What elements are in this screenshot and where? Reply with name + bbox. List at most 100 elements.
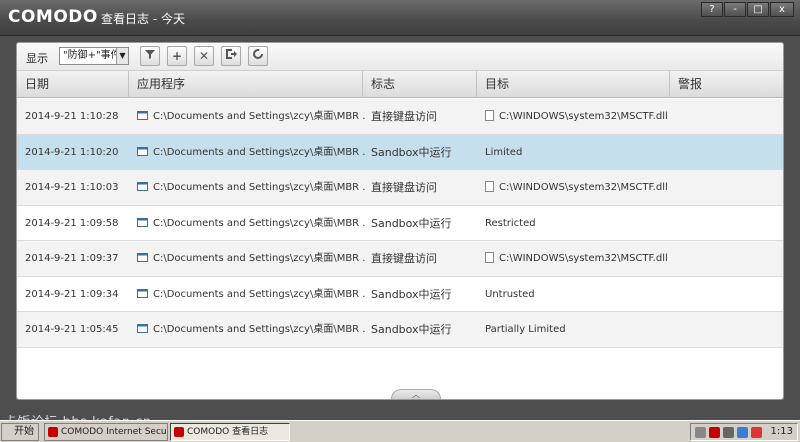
date-cell: 2014-9-21 1:10:20: [25, 135, 140, 170]
minimize-button[interactable]: -: [724, 2, 746, 17]
table-row[interactable]: 2014-9-21 1:09:37 C:\Documents and Settin…: [17, 241, 783, 277]
title-bar: COMODO 查看日志 - 今天 ? - □ x: [0, 0, 800, 36]
flag-text: 直接键盘访问: [371, 252, 437, 265]
app-cell: C:\Documents and Settings\zcy\桌面\MBR ...: [137, 135, 365, 170]
expand-handle[interactable]: ︿: [391, 389, 441, 399]
column-header-target[interactable]: 目标: [477, 71, 670, 98]
app-path-text: C:\Documents and Settings\zcy\桌面\MBR ...: [153, 146, 365, 158]
app-cell: C:\Documents and Settings\zcy\桌面\MBR ...: [137, 241, 365, 276]
flag-text: Sandbox中运行: [371, 216, 452, 230]
flag-cell: 直接键盘访问: [371, 170, 479, 205]
date-text: 2014-9-21 1:09:37: [25, 253, 119, 264]
flag-text: 直接键盘访问: [371, 181, 437, 194]
application-icon: [137, 288, 148, 298]
target-text: C:\WINDOWS\system32\MSCTF.dll: [499, 111, 668, 122]
target-cell: C:\WINDOWS\system32\MSCTF.dll: [485, 241, 675, 276]
file-icon: [485, 181, 494, 192]
clock: 1:13: [770, 426, 793, 437]
flag-cell: 直接键盘访问: [371, 241, 479, 276]
date-cell: 2014-9-21 1:05:45: [25, 312, 140, 347]
app-path-text: C:\Documents and Settings\zcy\桌面\MBR ...: [153, 182, 365, 193]
table-row[interactable]: 2014-9-21 1:10:20 C:\Documents and Settin…: [17, 134, 783, 170]
file-icon: [485, 252, 494, 263]
show-label: 显示: [26, 52, 48, 65]
network-icon[interactable]: [723, 427, 734, 438]
target-cell: Limited: [485, 135, 675, 170]
flag-cell: 直接键盘访问: [371, 99, 479, 134]
target-cell: Untrusted: [485, 277, 675, 312]
add-icon[interactable]: +: [167, 46, 187, 66]
target-text: Restricted: [485, 217, 536, 229]
task-comodo-log-viewer[interactable]: COMODO 查看日志: [170, 423, 290, 441]
comodo-icon: [48, 427, 58, 437]
date-cell: 2014-9-21 1:10:28: [25, 99, 140, 134]
app-path-text: C:\Documents and Settings\zcy\桌面\MBR ...: [153, 217, 365, 229]
target-cell: C:\WINDOWS\system32\MSCTF.dll: [485, 170, 675, 205]
flag-cell: Sandbox中运行: [371, 277, 479, 312]
shield-icon[interactable]: [751, 427, 762, 438]
table-row[interactable]: 2014-9-21 1:10:03 C:\Documents and Settin…: [17, 170, 783, 206]
application-icon: [137, 111, 148, 120]
application-icon: [137, 324, 148, 333]
start-button[interactable]: 开始: [1, 423, 39, 441]
application-icon: [137, 217, 148, 227]
log-table-body: 2014-9-21 1:10:28 C:\Documents and Settin…: [17, 99, 783, 348]
date-text: 2014-9-21 1:10:03: [25, 182, 119, 193]
app-cell: C:\Documents and Settings\zcy\桌面\MBR ...: [137, 277, 365, 312]
table-row[interactable]: 2014-9-21 1:10:28 C:\Documents and Settin…: [17, 99, 783, 135]
target-text: Untrusted: [485, 288, 535, 300]
application-icon: [137, 253, 148, 262]
log-toolbar: 显示 "防御+"事件 ▼ + ✕: [17, 43, 783, 71]
target-cell: Restricted: [485, 206, 675, 241]
table-row[interactable]: 2014-9-21 1:09:34 C:\Documents and Settin…: [17, 277, 783, 312]
flag-cell: Sandbox中运行: [371, 206, 479, 241]
export-icon[interactable]: [221, 46, 241, 66]
application-icon: [137, 182, 148, 191]
date-text: 2014-9-21 1:10:28: [25, 111, 119, 122]
chevron-down-icon[interactable]: ▼: [116, 48, 128, 64]
target-text: C:\WINDOWS\system32\MSCTF.dll: [499, 182, 668, 193]
system-tray: 1:13: [690, 423, 798, 441]
app-cell: C:\Documents and Settings\zcy\桌面\MBR ...: [137, 99, 365, 134]
app-cell: C:\Documents and Settings\zcy\桌面\MBR ...: [137, 312, 365, 347]
task-comodo-internet-security[interactable]: COMODO Internet Secur...: [44, 423, 168, 441]
flag-cell: Sandbox中运行: [371, 135, 479, 170]
window-title: 查看日志 - 今天: [101, 12, 185, 26]
column-header-alert[interactable]: 警报: [670, 71, 783, 98]
task-label: COMODO 查看日志: [187, 427, 269, 437]
app-path-text: C:\Documents and Settings\zcy\桌面\MBR ...: [153, 111, 365, 122]
table-row[interactable]: 2014-9-21 1:09:58 C:\Documents and Settin…: [17, 206, 783, 241]
target-cell: Partially Limited: [485, 312, 675, 347]
target-text: Partially Limited: [485, 324, 566, 335]
close-button[interactable]: x: [770, 2, 794, 17]
comodo-icon: [174, 427, 184, 437]
filter-icon[interactable]: [140, 46, 160, 66]
comodo-logo: COMODO: [8, 7, 98, 27]
app-cell: C:\Documents and Settings\zcy\桌面\MBR ...: [137, 206, 365, 241]
file-icon: [485, 110, 494, 121]
flag-text: Sandbox中运行: [371, 287, 452, 301]
flag-text: Sandbox中运行: [371, 145, 452, 159]
column-header-app[interactable]: 应用程序: [129, 71, 363, 98]
comodo-tray-icon[interactable]: [709, 427, 720, 438]
target-text: Limited: [485, 146, 523, 158]
keyboard-icon[interactable]: [695, 427, 706, 438]
help-button[interactable]: ?: [701, 2, 723, 17]
task-label: COMODO Internet Secur...: [61, 427, 168, 437]
app-path-text: C:\Documents and Settings\zcy\桌面\MBR ...: [153, 288, 365, 300]
sound-icon[interactable]: [737, 427, 748, 438]
column-header-flag[interactable]: 标志: [363, 71, 477, 98]
filter-select[interactable]: "防御+"事件 ▼: [59, 47, 129, 65]
column-header-date[interactable]: 日期: [17, 71, 129, 98]
date-text: 2014-9-21 1:05:45: [25, 324, 119, 335]
flag-text: 直接键盘访问: [371, 110, 437, 123]
date-text: 2014-9-21 1:10:20: [25, 146, 119, 158]
table-row[interactable]: 2014-9-21 1:05:45 C:\Documents and Settin…: [17, 312, 783, 348]
date-text: 2014-9-21 1:09:34: [25, 288, 119, 300]
flag-text: Sandbox中运行: [371, 323, 452, 336]
delete-icon[interactable]: ✕: [194, 46, 214, 66]
date-cell: 2014-9-21 1:09:37: [25, 241, 140, 276]
refresh-icon[interactable]: [248, 46, 268, 66]
app-cell: C:\Documents and Settings\zcy\桌面\MBR ...: [137, 170, 365, 205]
maximize-button[interactable]: □: [747, 2, 769, 17]
